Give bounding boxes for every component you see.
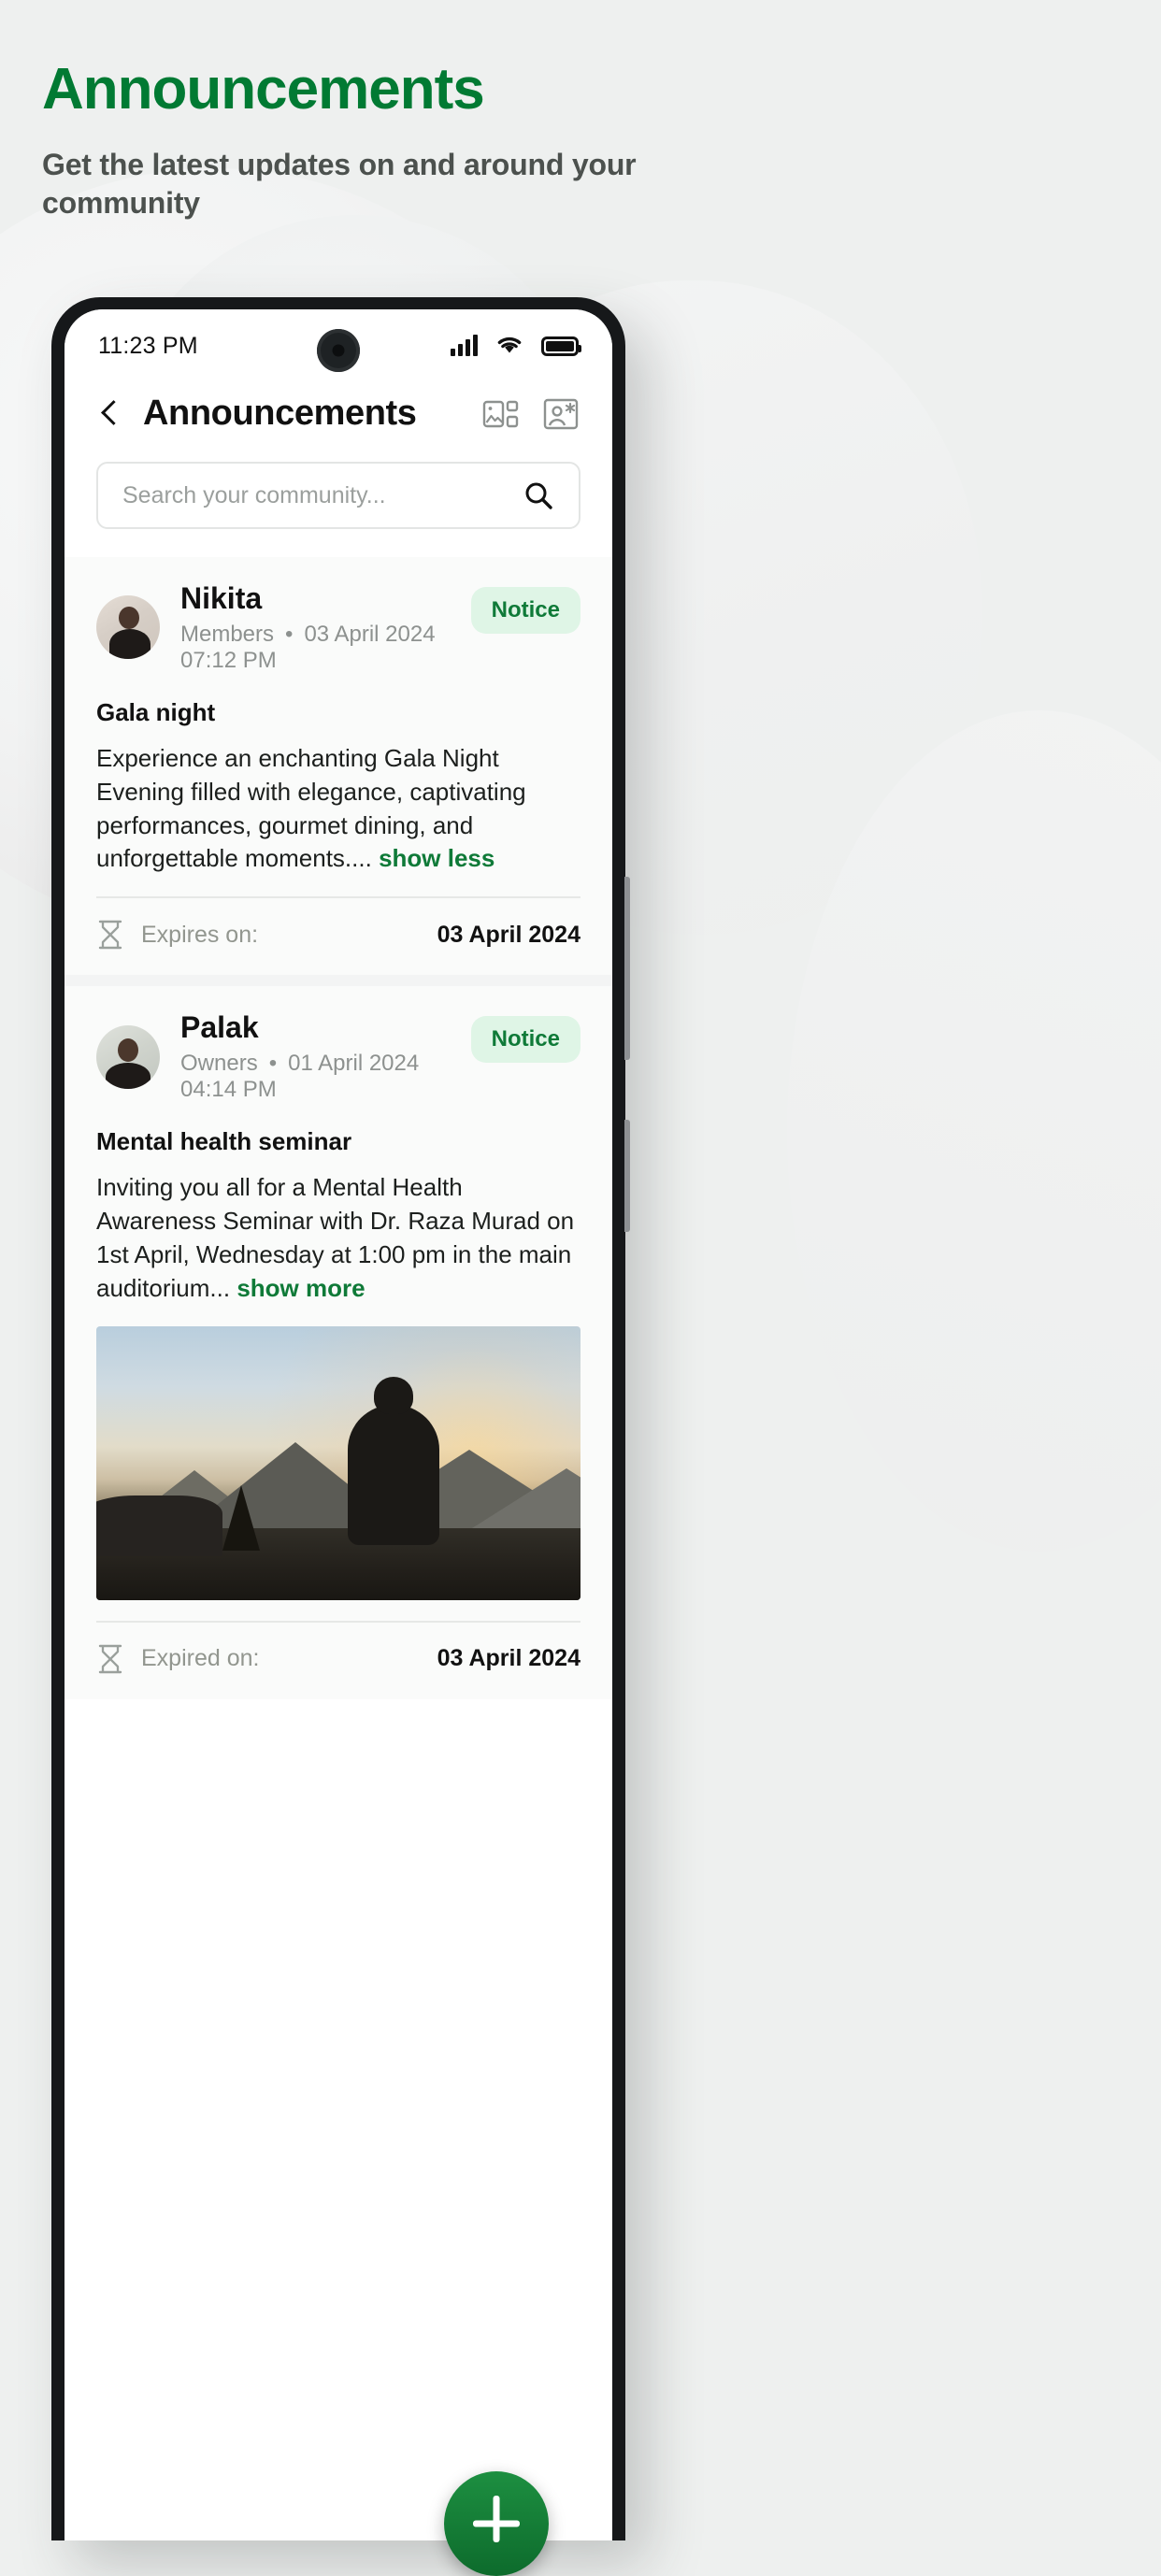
author-role: Owners (180, 1051, 258, 1077)
search-box[interactable] (96, 462, 580, 529)
battery-full-icon (541, 336, 581, 356)
expiry-label: Expired on: (141, 1645, 260, 1672)
avatar (96, 1024, 160, 1089)
phone-power-button[interactable] (624, 1120, 630, 1232)
post-body: Experience an enchanting Gala Night Even… (96, 742, 580, 877)
author-meta: Palak Owners • 01 April 2024 04:14 PM (180, 1010, 451, 1103)
post-body: Inviting you all for a Mental Health Awa… (96, 1171, 580, 1306)
expiry-row: Expires on: 03 April 2024 (96, 898, 580, 962)
hourglass-icon (96, 1643, 124, 1675)
post-image-content (96, 1325, 580, 1600)
announcement-card[interactable]: Palak Owners • 01 April 2024 04:14 PM No… (64, 986, 612, 1699)
author-submeta: Members • 03 April 2024 07:12 PM (180, 622, 451, 674)
phone-screen: 11:23 PM Announcements Search your commu… (64, 309, 612, 2540)
expiry-date: 03 April 2024 (437, 921, 580, 948)
search-section (64, 458, 612, 557)
expiry-date: 03 April 2024 (437, 1645, 580, 1672)
status-badge: Notice (470, 1016, 580, 1064)
app-bar: Announcements (64, 382, 612, 458)
post-image[interactable] (96, 1325, 580, 1600)
gallery-layout-icon[interactable] (481, 394, 521, 434)
hero-section: Announcements Get the latest updates on … (42, 57, 752, 222)
status-bar-icons (451, 333, 581, 360)
announcement-feed: Nikita Members • 03 April 2024 07:12 PM … (64, 557, 612, 1699)
show-toggle-link[interactable]: show more (236, 1274, 365, 1302)
meta-separator: • (285, 621, 294, 647)
author-name: Palak (180, 1010, 259, 1045)
page-title: Announcements (42, 57, 485, 122)
card-header: Palak Owners • 01 April 2024 04:14 PM No… (96, 1010, 580, 1103)
card-header: Nikita Members • 03 April 2024 07:12 PM … (96, 581, 580, 674)
page-subtitle: Get the latest updates on and around you… (42, 148, 637, 221)
cellular-signal-icon (451, 335, 478, 356)
post-title: Mental health seminar (96, 1127, 352, 1156)
phone-volume-button[interactable] (624, 877, 630, 1060)
author-meta: Nikita Members • 03 April 2024 07:12 PM (180, 581, 451, 674)
wifi-icon (494, 333, 524, 360)
front-camera-punch-hole (317, 329, 360, 372)
post-title: Gala night (96, 697, 216, 726)
phone-mockup: 11:23 PM Announcements Search your commu… (51, 297, 630, 2576)
author-name: Nikita (180, 581, 263, 615)
profile-card-icon[interactable] (541, 394, 580, 434)
author-role: Members (180, 621, 275, 647)
expiry-row: Expired on: 03 April 2024 (96, 1623, 580, 1686)
post-time: 07:12 PM (180, 647, 277, 673)
search-input[interactable] (122, 481, 523, 509)
show-toggle-link[interactable]: show less (379, 844, 494, 872)
app-bar-title: Announcements (143, 394, 417, 433)
status-bar-time: 11:23 PM (98, 332, 198, 359)
add-announcement-fab[interactable] (444, 2471, 549, 2576)
post-date: 01 April 2024 (288, 1051, 420, 1077)
hourglass-icon (96, 919, 124, 951)
search-icon[interactable] (523, 479, 554, 511)
status-badge: Notice (470, 587, 580, 634)
author-submeta: Owners • 01 April 2024 04:14 PM (180, 1051, 451, 1103)
app-bar-actions (481, 394, 580, 434)
expiry-label: Expires on: (141, 921, 259, 948)
announcement-card[interactable]: Nikita Members • 03 April 2024 07:12 PM … (64, 557, 612, 976)
post-time: 04:14 PM (180, 1077, 277, 1103)
avatar (96, 595, 160, 660)
meta-separator: • (268, 1051, 278, 1077)
post-date: 03 April 2024 (304, 621, 436, 647)
back-chevron-icon[interactable] (96, 400, 124, 428)
